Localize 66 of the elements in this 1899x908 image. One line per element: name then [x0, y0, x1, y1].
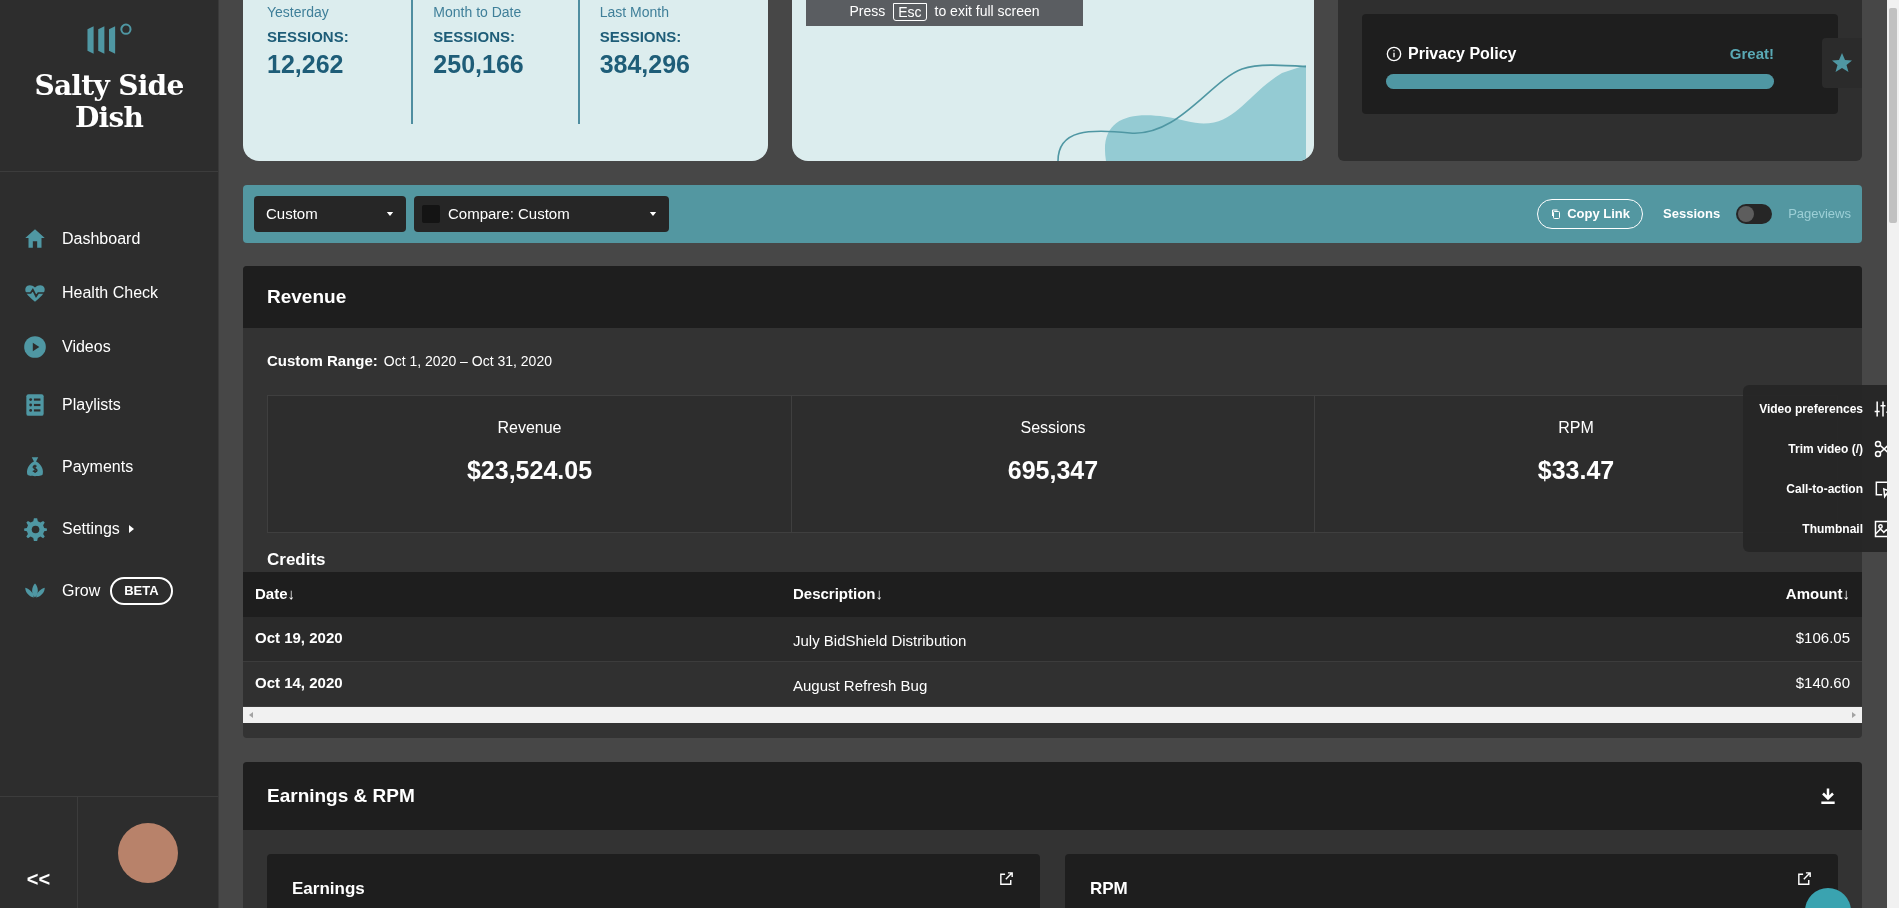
- panel-title: Earnings & RPM: [267, 783, 415, 808]
- privacy-status: Great!: [1729, 43, 1774, 64]
- key-label: Esc: [893, 3, 927, 21]
- toggle-switch[interactable]: [1736, 204, 1773, 224]
- period-label: Month to Date: [433, 4, 523, 20]
- stat-label: SESSIONS:: [267, 27, 350, 47]
- info-icon: [1386, 46, 1402, 62]
- period-label: Last Month: [599, 4, 670, 20]
- scroll-left-icon: [247, 710, 255, 719]
- brand-name: Salty Side Dish: [33, 70, 185, 134]
- metric-label: RPM: [1558, 417, 1594, 438]
- external-link-icon: [998, 870, 1015, 887]
- download-icon: [1818, 786, 1838, 806]
- star-button[interactable]: [1822, 38, 1862, 88]
- section-title: Credits: [267, 552, 326, 567]
- scrollbar-thumb[interactable]: [1889, 8, 1897, 223]
- sidebar-item[interactable]: Dashboard: [0, 212, 218, 266]
- sidebar-item[interactable]: Playlists: [0, 374, 218, 436]
- caret-icon: [386, 210, 394, 218]
- toggle-label: Pageviews: [1788, 205, 1851, 224]
- metric-value: $33.47: [1537, 454, 1615, 486]
- table-cell-text: Oct 19, 2020: [255, 628, 344, 649]
- toggle-label: Sessions: [1663, 205, 1721, 224]
- notice-text: to exit full screen: [934, 3, 1040, 19]
- range-value: Oct 1, 2020 – Oct 31, 2020: [383, 352, 552, 371]
- column-header[interactable]: Date↓: [255, 582, 793, 606]
- table-cell-text: $106.05: [1795, 628, 1850, 649]
- collapse-button[interactable]: <<: [26, 864, 51, 894]
- stat-label: SESSIONS:: [433, 27, 516, 47]
- copy-icon: [1550, 208, 1563, 220]
- stat-value: 12,262: [267, 48, 345, 79]
- stat-value: 384,296: [599, 48, 692, 79]
- sidebar-item[interactable]: Health Check: [0, 266, 218, 320]
- table-cell-text: July BidShield Distribution: [793, 631, 968, 652]
- period-label: Yesterday: [267, 4, 330, 20]
- range-label: Custom Range:: [267, 351, 378, 371]
- play-icon: [22, 334, 48, 360]
- settings-icon: [22, 516, 48, 542]
- sidebar-item[interactable]: Videos: [0, 320, 218, 374]
- caret-icon: [649, 210, 657, 218]
- card-title: RPM: [1090, 878, 1128, 900]
- metric-label: Revenue: [497, 417, 562, 438]
- notice-text: Press: [849, 3, 886, 19]
- table-cell-text: August Refresh Bug: [793, 676, 929, 697]
- panel-title: Revenue: [267, 284, 347, 309]
- metric-value: 695,347: [1007, 454, 1099, 486]
- download-button[interactable]: [1818, 786, 1838, 806]
- dropdown[interactable]: Compare: Custom: [414, 196, 669, 232]
- table-cell-text: $140.60: [1795, 673, 1850, 694]
- column-header[interactable]: Description↓: [793, 582, 1786, 606]
- beta-badge: BETA: [110, 577, 173, 605]
- sidebar-item[interactable]: Settings: [0, 498, 218, 560]
- stat-value: 250,166: [433, 48, 525, 79]
- column-header[interactable]: Amount↓: [1785, 582, 1850, 606]
- table-cell-text: Oct 14, 2020: [255, 673, 344, 694]
- privacy-title: Privacy Policy: [1408, 44, 1517, 64]
- dropdown[interactable]: Custom: [254, 196, 406, 232]
- external-link-icon: [1796, 870, 1813, 887]
- stat-label: SESSIONS:: [599, 27, 683, 47]
- metric-value: $23,524.05: [466, 454, 593, 486]
- metric-label: Sessions: [1020, 417, 1086, 438]
- vertical-scrollbar[interactable]: [1887, 0, 1899, 908]
- card-title: Earnings: [292, 878, 365, 900]
- scroll-right-icon: [1850, 710, 1858, 719]
- sidebar-item[interactable]: Grow BETA: [0, 560, 218, 622]
- sidebar-item[interactable]: Payments: [0, 436, 218, 498]
